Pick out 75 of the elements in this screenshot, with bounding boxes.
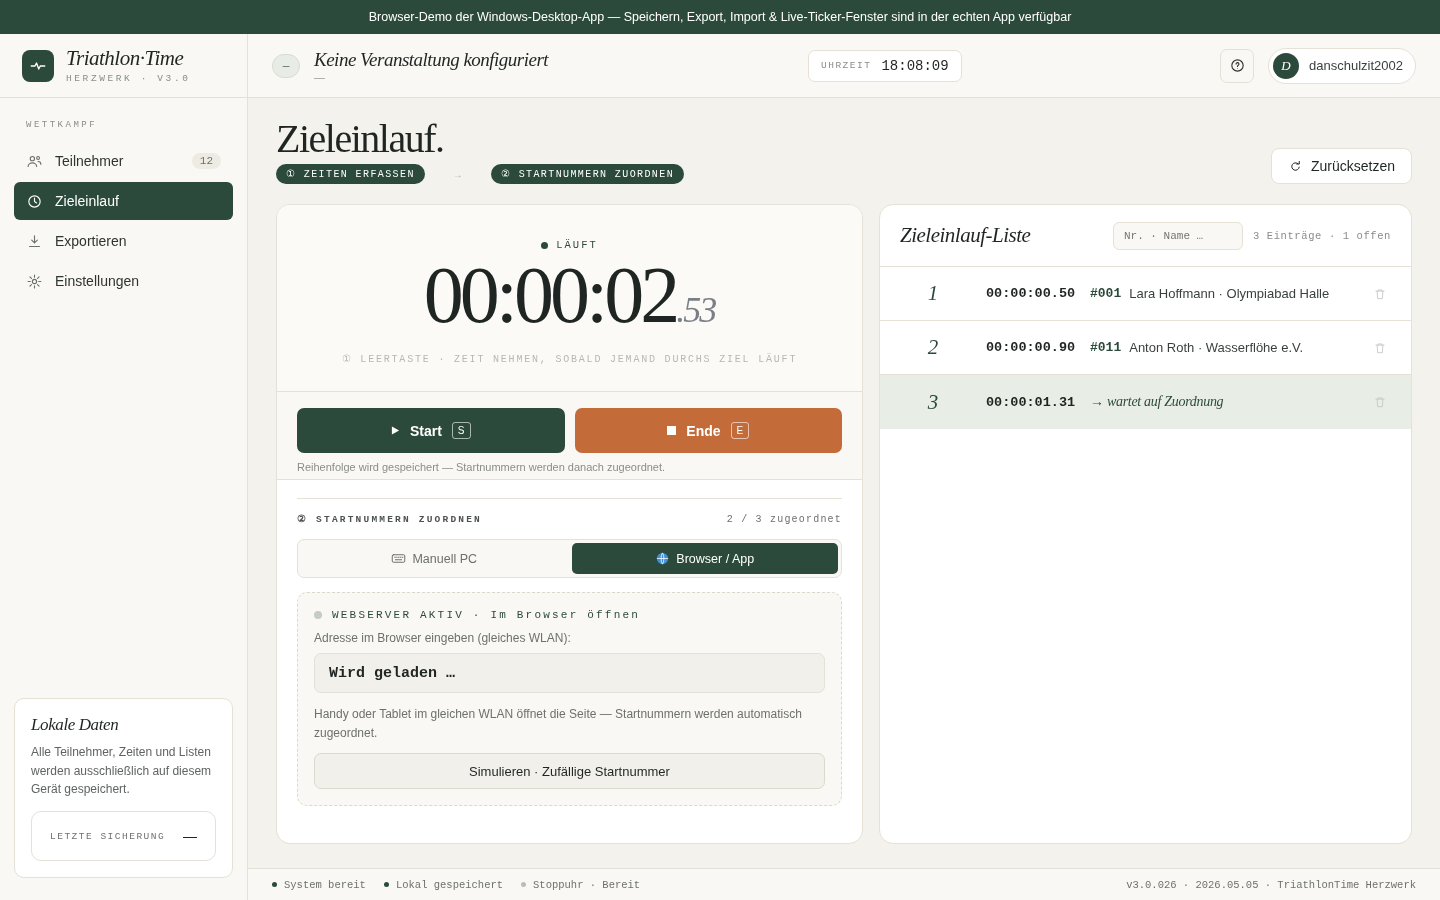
app-name: Triathlon·Time: [66, 47, 185, 69]
trash-icon: [1373, 286, 1387, 301]
count-badge: 12: [191, 153, 221, 169]
list-title: Zieleinlauf-Liste: [900, 223, 1031, 248]
backup-label: LETZTE SICHERUNG: [50, 830, 166, 842]
address-field: Wird geladen …: [314, 653, 825, 693]
finish-time: 00:00:00.90: [986, 340, 1077, 355]
backup-value: —: [183, 828, 197, 844]
section-label: WETTKAMPF: [25, 120, 99, 132]
simulate-button[interactable]: Simulieren · Zufällige Startnummer: [314, 753, 825, 790]
stopwatch-time: 00:00:02: [423, 255, 677, 335]
card-title: Lokale Daten: [31, 715, 120, 736]
user-name: danschulzit2002: [1309, 58, 1403, 73]
keyboard-icon: [391, 551, 407, 566]
event-badge: –: [272, 53, 300, 78]
status-text: Lokal gespeichert: [395, 878, 504, 891]
entry-summary: 3 Einträge · 1 offen: [1252, 229, 1391, 242]
place-number: 3: [926, 389, 940, 415]
mode-tab[interactable]: Browser / App: [571, 543, 838, 574]
participant-name: Lara Hoffmann · Olympiabad Halle: [1129, 286, 1330, 301]
help-button[interactable]: [1220, 48, 1255, 83]
app-version: HERZWERK · V3.0: [66, 72, 191, 84]
server-status: WEBSERVER AKTIV · Im Browser öffnen: [332, 609, 641, 621]
place-number: 1: [926, 281, 940, 306]
key-hint: E: [730, 422, 750, 439]
gear-icon: [26, 272, 43, 290]
key-hint: S: [451, 422, 471, 439]
status-text: LÄUFT: [556, 239, 598, 251]
note-text: Reihenfolge wird gespeichert — Startnummern werden danach zugeordnet.: [277, 459, 862, 480]
trash-icon: [1373, 340, 1387, 355]
section-title: ② STARTNUMMERN ZUORDNEN: [297, 513, 483, 525]
finish-time: 00:00:00.50: [986, 286, 1077, 301]
sidebar-item[interactable]: Einstellungen: [14, 262, 233, 300]
step-pill: ② STARTNUMMERN ZUORDNEN: [490, 164, 685, 184]
globe-icon: [655, 551, 671, 566]
participant-name: Anton Roth · Wasserflöhe e.V.: [1129, 340, 1304, 355]
search-field[interactable]: Nr. · Name …: [1112, 221, 1243, 250]
step-arrow: →: [451, 168, 464, 180]
bib-number: #001: [1090, 286, 1122, 301]
help-text: Handy oder Tablet im gleichen WLAN öffnet die Seite — Startnummern werden automatisch zugeordnet.: [314, 706, 803, 743]
start-button[interactable]: Start S: [297, 408, 565, 453]
bib-number: #011: [1090, 340, 1122, 355]
version-text: v3.0.026 · 2026.05.05 · TriathlonTime Herzwerk: [1126, 878, 1416, 891]
event-title: Keine Veranstaltung konfiguriert: [314, 48, 550, 71]
clock-time: 18:08:09: [881, 57, 949, 74]
field-label: Adresse im Browser eingeben (gleiches WLAN):: [314, 631, 572, 645]
download-icon: [26, 232, 43, 250]
status-text: System bereit: [284, 878, 366, 891]
avatar: D: [1273, 52, 1300, 79]
status-text: Stoppuhr · Bereit: [533, 878, 641, 891]
card-text: Alle Teilnehmer, Zeiten und Listen werden ausschließlich auf diesem Gerät gespeichert.: [31, 744, 213, 799]
reset-button[interactable]: Zurücksetzen: [1270, 148, 1412, 184]
stop-icon: [667, 426, 677, 435]
place-number: 2: [926, 335, 940, 360]
event-subtitle: —: [314, 70, 326, 83]
end-button[interactable]: Ende E: [574, 408, 842, 453]
banner-text: Browser-Demo der Windows-Desktop-App — Speichern, Export, Import & Live-Ticker-Fenster sind in der echten App verfügbar: [0, 0, 1440, 34]
status-dot: [541, 241, 549, 249]
step-pill: ① ZEITEN ERFASSEN: [276, 164, 425, 184]
pending-text: → wartet auf Zuordnung: [1090, 394, 1224, 410]
sidebar-item[interactable]: Exportieren: [14, 222, 233, 260]
page-title: Zieleinlauf.: [276, 118, 445, 160]
hint-text: ① LEERTASTE · ZEIT NEHMEN, SOBALD JEMAND DURCHS ZIEL LÄUFT: [341, 353, 798, 365]
sidebar-item[interactable]: Teilnehmer 12: [14, 142, 233, 180]
stopwatch-fraction: .53: [676, 290, 716, 331]
sidebar-item[interactable]: Zieleinlauf: [14, 182, 233, 220]
user-menu[interactable]: D danschulzit2002: [1268, 47, 1416, 84]
clock-icon: [26, 192, 43, 210]
help-icon: [1228, 57, 1246, 74]
mode-tab[interactable]: Manuell PC: [301, 543, 568, 574]
play-icon: [390, 426, 400, 435]
finish-time: 00:00:01.31: [986, 394, 1077, 410]
assigned-count: 2 / 3 zugeordnet: [726, 513, 842, 525]
clock-label: UHRZEIT: [821, 60, 872, 71]
trash-icon: [1373, 395, 1387, 409]
